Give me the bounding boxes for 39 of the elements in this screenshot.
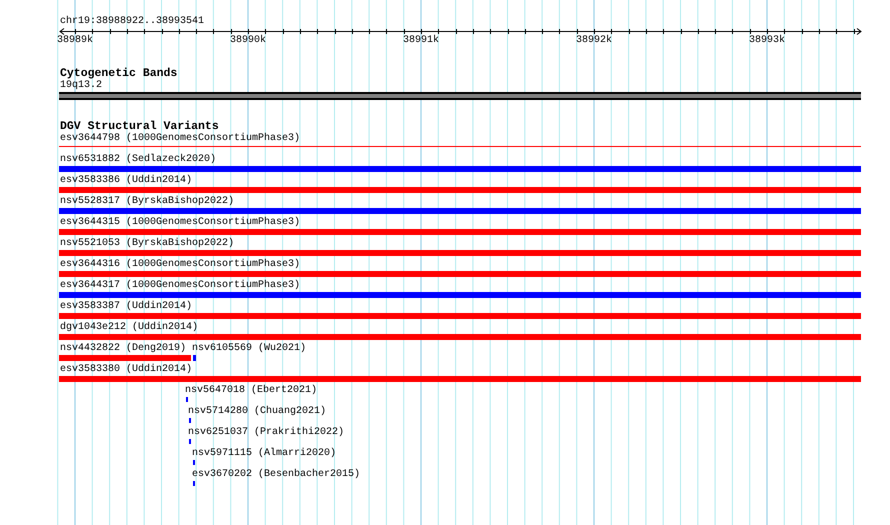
variant-label: dgv1043e212 (Uddin2014)	[60, 322, 198, 333]
variant-label: esv3644798 (1000GenomesConsortiumPhase3)	[60, 133, 300, 144]
variant-label: nsv6251037 (Prakrithi2022)	[188, 427, 344, 438]
band-label: 19q13.2	[60, 80, 102, 91]
variant-bar[interactable]	[59, 271, 861, 277]
variant-label: nsv6105569 (Wu2021)	[192, 343, 306, 354]
variant-bar[interactable]	[59, 313, 861, 319]
variant-bar[interactable]	[59, 187, 861, 193]
variant-label: esv3644316 (1000GenomesConsortiumPhase3)	[60, 259, 300, 270]
variant-label: esv3583387 (Uddin2014)	[60, 301, 192, 312]
variant-bar[interactable]	[59, 376, 861, 382]
variant-bar[interactable]	[59, 229, 861, 235]
variant-label: nsv5521053 (ByrskaBishop2022)	[60, 238, 234, 249]
tick-label: 38991k	[403, 35, 439, 46]
variant-label: nsv5647018 (Ebert2021)	[185, 385, 318, 396]
variant-bar[interactable]	[59, 355, 191, 361]
variant-bar[interactable]	[59, 208, 861, 214]
variant-label: esv3583386 (Uddin2014)	[60, 175, 192, 186]
variant-label: nsv4432822 (Deng2019)	[60, 343, 186, 354]
location-label: chr19:38988922..38993541	[60, 16, 204, 27]
variant-label: nsv5528317 (ByrskaBishop2022)	[60, 196, 234, 207]
variant-label: nsv6531882 (Sedlazeck2020)	[60, 154, 216, 165]
track-title: Cytogenetic Bands	[60, 67, 178, 80]
tick-label: 38990k	[230, 35, 266, 46]
variant-label: esv3670202 (Besenbacher2015)	[192, 469, 360, 480]
variant-label: esv3644315 (1000GenomesConsortiumPhase3)	[60, 217, 300, 228]
tick-label: 38989k	[57, 35, 93, 46]
variant-bar[interactable]	[59, 334, 861, 340]
tick-label: 38992k	[576, 35, 612, 46]
variant-label: esv3583380 (Uddin2014)	[60, 364, 192, 375]
variant-label: nsv5971115 (Almarri2020)	[192, 448, 336, 459]
variant-bar[interactable]	[59, 166, 861, 172]
variant-label: esv3644317 (1000GenomesConsortiumPhase3)	[60, 280, 300, 291]
variant-bar[interactable]	[59, 292, 861, 298]
variant-bar[interactable]	[59, 250, 861, 256]
track-title: DGV Structural Variants	[60, 120, 219, 133]
tick-label: 38993k	[749, 35, 785, 46]
variant-bar[interactable]	[193, 355, 196, 361]
variant-label: nsv5714280 (Chuang2021)	[188, 406, 326, 417]
